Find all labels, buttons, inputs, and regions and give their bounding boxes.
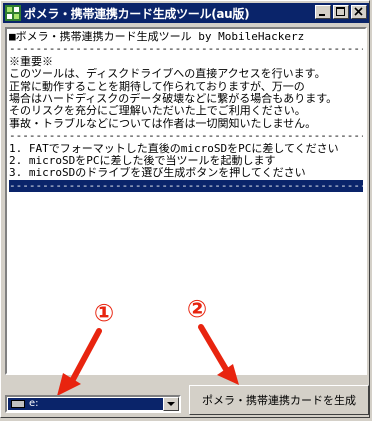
log-line: そのリスクを充分にご理解いただいた上でご利用ください。 (9, 105, 306, 118)
drive-select-value: e: (8, 398, 163, 410)
annotation-marker-one: ① (93, 299, 115, 327)
app-window: ポメラ・携帯連携カード生成ツール(au版) ■ポメラ・携帯連携カード生成ツール … (0, 0, 370, 418)
selected-log-line: ----------------------------------------… (9, 179, 363, 193)
log-line: 1. FATでフォーマットした直後のmicroSDをPCに差してください (9, 142, 339, 155)
annotation-marker-two: ② (186, 295, 208, 323)
app-icon (5, 5, 21, 21)
close-icon (354, 7, 363, 16)
maximize-button[interactable] (333, 5, 349, 19)
log-line: ----------------------------------------… (9, 43, 363, 56)
log-line: 事故・トラブルなどについては作者は一切関知いたしません。 (9, 117, 317, 130)
log-line: ■ポメラ・携帯連携カード生成ツール by MobileHackerz (9, 31, 305, 43)
maximize-icon (336, 7, 345, 16)
log-line: ----------------------------------------… (9, 130, 363, 143)
chevron-down-icon (167, 401, 175, 406)
generate-card-button[interactable]: ポメラ・携帯連携カードを生成 (189, 385, 369, 415)
drive-letter: e: (29, 398, 39, 409)
log-line: このツールは、ディスクドライブへの直接アクセスを行います。 (9, 68, 326, 81)
close-button[interactable] (351, 5, 367, 19)
log-line: 2. microSDをPCに差した後で当ツールを起動します (9, 154, 276, 167)
minimize-button[interactable] (315, 5, 331, 19)
window-title: ポメラ・携帯連携カード生成ツール(au版) (24, 6, 250, 21)
log-line: 3. microSDのドライブを選び生成ボタンを押してください (9, 167, 306, 180)
drive-select[interactable]: e: (5, 395, 181, 413)
title-bar[interactable]: ポメラ・携帯連携カード生成ツール(au版) (3, 3, 369, 23)
log-line: ※重要※ (9, 55, 53, 68)
drive-icon (11, 400, 25, 408)
log-line: 場合はハードディスクのデータ破壊などに繋がる場合もあります。 (9, 92, 338, 105)
log-line: 正常に動作することを期待して作られておりますが、万一の (9, 80, 305, 93)
minimize-icon (319, 14, 325, 16)
drive-dropdown-button[interactable] (163, 397, 179, 411)
